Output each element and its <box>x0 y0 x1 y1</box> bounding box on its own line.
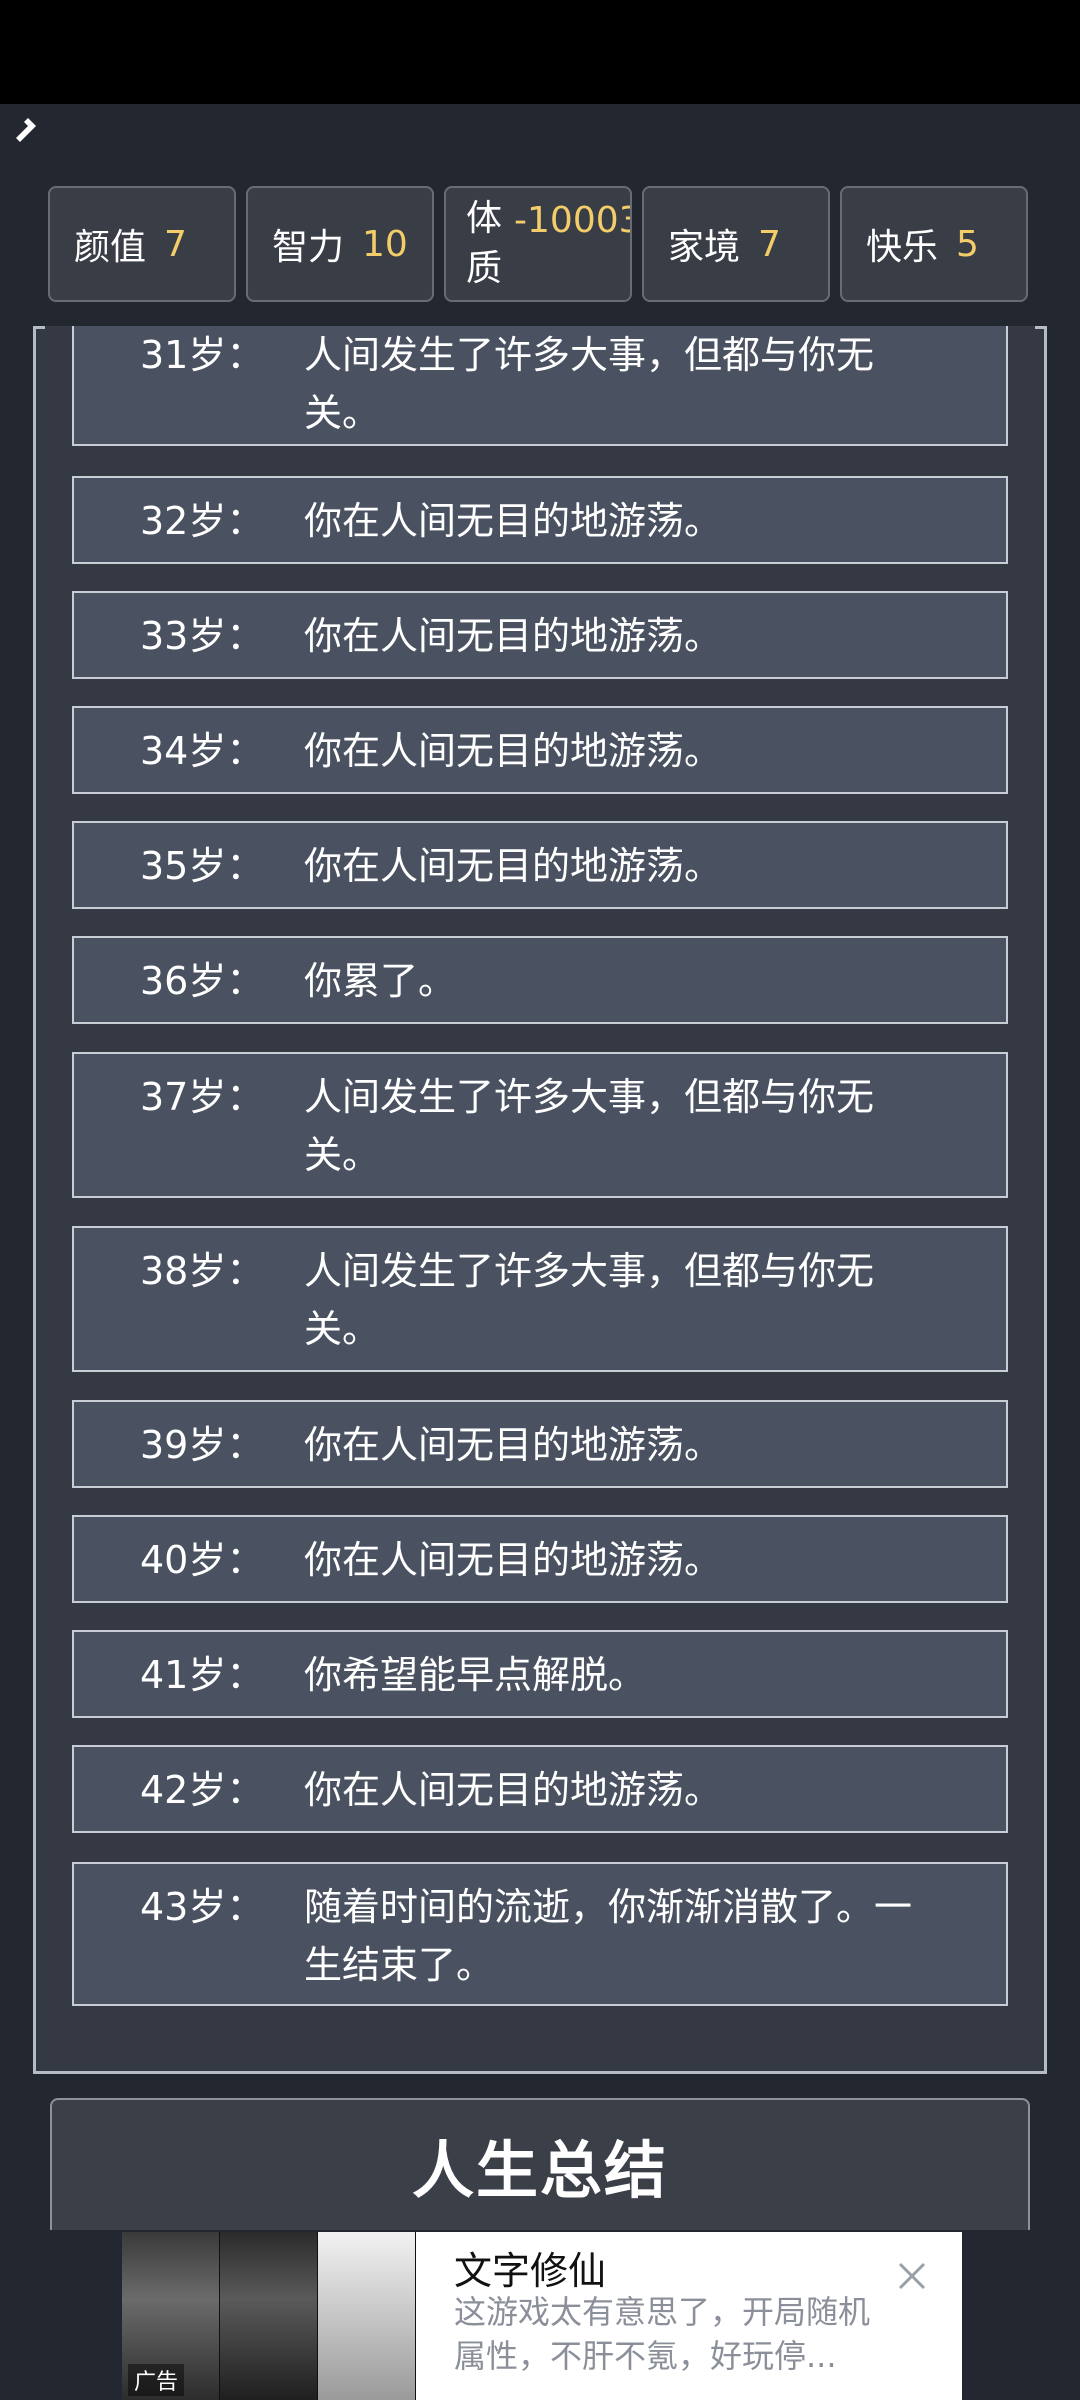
entry-age: 43岁： <box>140 1885 265 1929</box>
stat-value: 7 <box>164 223 187 265</box>
entry-text: 人间发生了许多大事，但都与你无关。 <box>304 1249 875 1351</box>
entry-age: 35岁： <box>140 844 265 888</box>
entry-text: 你希望能早点解脱。 <box>304 1653 647 1697</box>
stat-happiness: 快乐 5 <box>840 186 1028 302</box>
entry-text: 你在人间无目的地游荡。 <box>304 614 723 658</box>
sparkle-icon[interactable] <box>10 112 50 152</box>
panel-border <box>1035 326 1047 329</box>
entry-age: 38岁： <box>140 1249 265 1293</box>
log-entry: 42岁： 你在人间无目的地游荡。 <box>72 1745 1008 1833</box>
entry-age: 33岁： <box>140 614 265 658</box>
log-entry: 34岁： 你在人间无目的地游荡。 <box>72 706 1008 794</box>
log-entry: 33岁： 你在人间无目的地游荡。 <box>72 591 1008 679</box>
log-entry: 39岁： 你在人间无目的地游荡。 <box>72 1400 1008 1488</box>
log-entry: 41岁： 你希望能早点解脱。 <box>72 1630 1008 1718</box>
close-icon[interactable] <box>892 2256 932 2296</box>
log-entry: 43岁： 随着时间的流逝，你渐渐消散了。一生结束了。 <box>72 1862 1008 2006</box>
entry-text: 你累了。 <box>304 959 457 1003</box>
entry-age: 36岁： <box>140 959 265 1003</box>
entry-text: 你在人间无目的地游荡。 <box>304 844 723 888</box>
log-entry: 37岁： 人间发生了许多大事，但都与你无关。 <box>72 1052 1008 1198</box>
life-summary-button[interactable]: 人生总结 <box>50 2098 1030 2230</box>
entry-age: 34岁： <box>140 729 265 773</box>
stat-family: 家境 7 <box>642 186 830 302</box>
entry-text: 人间发生了许多大事，但都与你无关。 <box>304 1075 875 1177</box>
ad-screenshot <box>318 2232 416 2400</box>
entry-text: 随着时间的流逝，你渐渐消散了。一生结束了。 <box>304 1885 913 1987</box>
stat-constitution: 体质 -10003 <box>444 186 632 302</box>
entry-age: 31岁： <box>140 333 265 377</box>
stat-label: 快乐 <box>866 227 939 268</box>
stat-intelligence: 智力 10 <box>246 186 434 302</box>
entry-age: 32岁： <box>140 499 265 543</box>
log-entry: 31岁： 人间发生了许多大事，但都与你无关。 <box>72 326 1008 446</box>
stat-label: 家境 <box>668 227 741 268</box>
status-bar <box>0 0 1080 104</box>
log-entry: 38岁： 人间发生了许多大事，但都与你无关。 <box>72 1226 1008 1372</box>
stat-label: 体质 <box>466 198 503 289</box>
log-entry: 40岁： 你在人间无目的地游荡。 <box>72 1515 1008 1603</box>
ad-description[interactable]: 这游戏太有意思了，开局随机属性，不肝不氪，好玩停... <box>454 2290 874 2378</box>
ad-banner[interactable]: 广告 文字修仙 这游戏太有意思了，开局随机属性，不肝不氪，好玩停... <box>122 2232 962 2400</box>
stat-value: 10 <box>362 223 408 265</box>
entry-age: 41岁： <box>140 1653 265 1697</box>
entry-age: 42岁： <box>140 1768 265 1812</box>
entry-text: 你在人间无目的地游荡。 <box>304 1768 723 1812</box>
entry-text: 人间发生了许多大事，但都与你无关。 <box>304 333 875 435</box>
entry-text: 你在人间无目的地游荡。 <box>304 1538 723 1582</box>
entry-text: 你在人间无目的地游荡。 <box>304 729 723 773</box>
stat-value: 5 <box>956 223 979 265</box>
log-entry: 36岁： 你累了。 <box>72 936 1008 1024</box>
entry-text: 你在人间无目的地游荡。 <box>304 1423 723 1467</box>
log-entry: 35岁： 你在人间无目的地游荡。 <box>72 821 1008 909</box>
stat-label: 颜值 <box>74 227 147 268</box>
ad-screenshot <box>220 2232 318 2400</box>
stat-value: -10003 <box>514 200 632 241</box>
ad-thumbnail[interactable]: 广告 <box>122 2232 416 2400</box>
panel-border <box>33 326 45 329</box>
ad-tag: 广告 <box>128 2364 185 2396</box>
stat-charm: 颜值 7 <box>48 186 236 302</box>
stat-label: 智力 <box>272 227 345 268</box>
stat-value: 7 <box>758 223 781 265</box>
entry-age: 37岁： <box>140 1075 265 1119</box>
entry-text: 你在人间无目的地游荡。 <box>304 499 723 543</box>
entry-age: 40岁： <box>140 1538 265 1582</box>
ad-title[interactable]: 文字修仙 <box>454 2240 606 2295</box>
log-entry: 32岁： 你在人间无目的地游荡。 <box>72 476 1008 564</box>
entry-age: 39岁： <box>140 1423 265 1467</box>
